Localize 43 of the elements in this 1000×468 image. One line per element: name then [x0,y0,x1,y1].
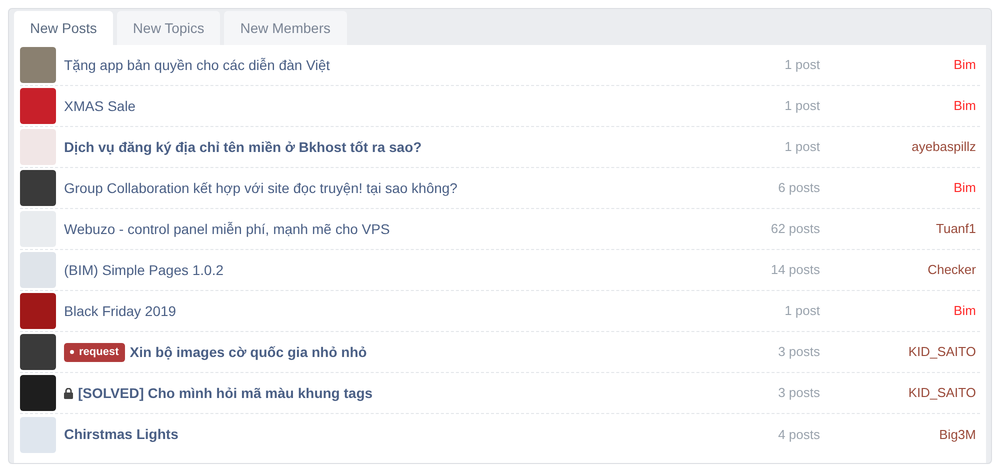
author-link[interactable]: ayebaspillz [820,137,980,157]
reply-count: 62 posts [770,220,820,238]
author-link[interactable]: Checker [820,260,980,280]
thread-thumbnail[interactable] [20,375,56,411]
thread-title[interactable]: [SOLVED] Cho mình hỏi mã màu khung tags [78,382,373,404]
tab[interactable]: New Topics [116,11,220,45]
author-link[interactable]: Tuanf1 [820,219,980,239]
prefix-tag[interactable]: request [64,342,125,362]
thread-thumbnail[interactable] [20,47,56,83]
thread-thumbnail[interactable] [20,129,56,165]
author-link[interactable]: Bim [820,178,980,198]
thread-thumbnail[interactable] [20,252,56,288]
reply-count: 1 post [784,138,820,156]
reply-count: 6 posts [777,179,820,198]
thread-thumbnail[interactable] [20,293,56,329]
thread-title[interactable]: Black Friday 2019 [64,300,176,322]
author-link[interactable]: Bim [820,55,980,75]
author-link[interactable]: KID_SAITO [820,342,980,362]
thread-title[interactable]: Xin bộ images cờ quốc gia nhỏ nhỏ [130,342,367,362]
reply-count: 14 posts [770,261,820,280]
reply-count: 3 posts [777,343,820,362]
thread-title[interactable]: Tặng app bản quyền cho các diễn đàn Việt [64,54,330,76]
thread-title[interactable]: (BIM) Simple Pages 1.0.2 [64,260,224,280]
thread-thumbnail[interactable] [20,334,56,370]
thread-title[interactable]: Group Collaboration kết hợp với site đọc truyện! tại sao không? [64,178,458,198]
reply-count: 1 post [784,97,820,116]
thread-title[interactable]: Chirstmas Lights [64,424,178,445]
thread-title[interactable]: XMAS Sale [64,96,136,116]
thread-title[interactable]: Dịch vụ đăng ký địa chỉ tên miền ở Bkhost tốt ra sao? [64,136,422,158]
reply-count: 1 post [784,302,820,320]
reply-count: 3 posts [777,384,820,402]
thread-thumbnail[interactable] [20,170,56,206]
author-link[interactable]: KID_SAITO [820,383,980,403]
reply-count: 1 post [784,56,820,74]
tab[interactable]: New Members [224,11,346,45]
author-link[interactable]: Bim [820,96,980,116]
tab[interactable]: New Posts [14,11,113,45]
thread-title[interactable]: Webuzo - control panel miễn phí, mạnh mẽ cho VPS [64,218,390,240]
author-link[interactable]: Big3M [820,424,980,444]
author-link[interactable]: Bim [820,301,980,321]
thread-thumbnail[interactable] [20,88,56,124]
reply-count: 4 posts [777,426,820,444]
thread-thumbnail[interactable] [20,416,56,452]
